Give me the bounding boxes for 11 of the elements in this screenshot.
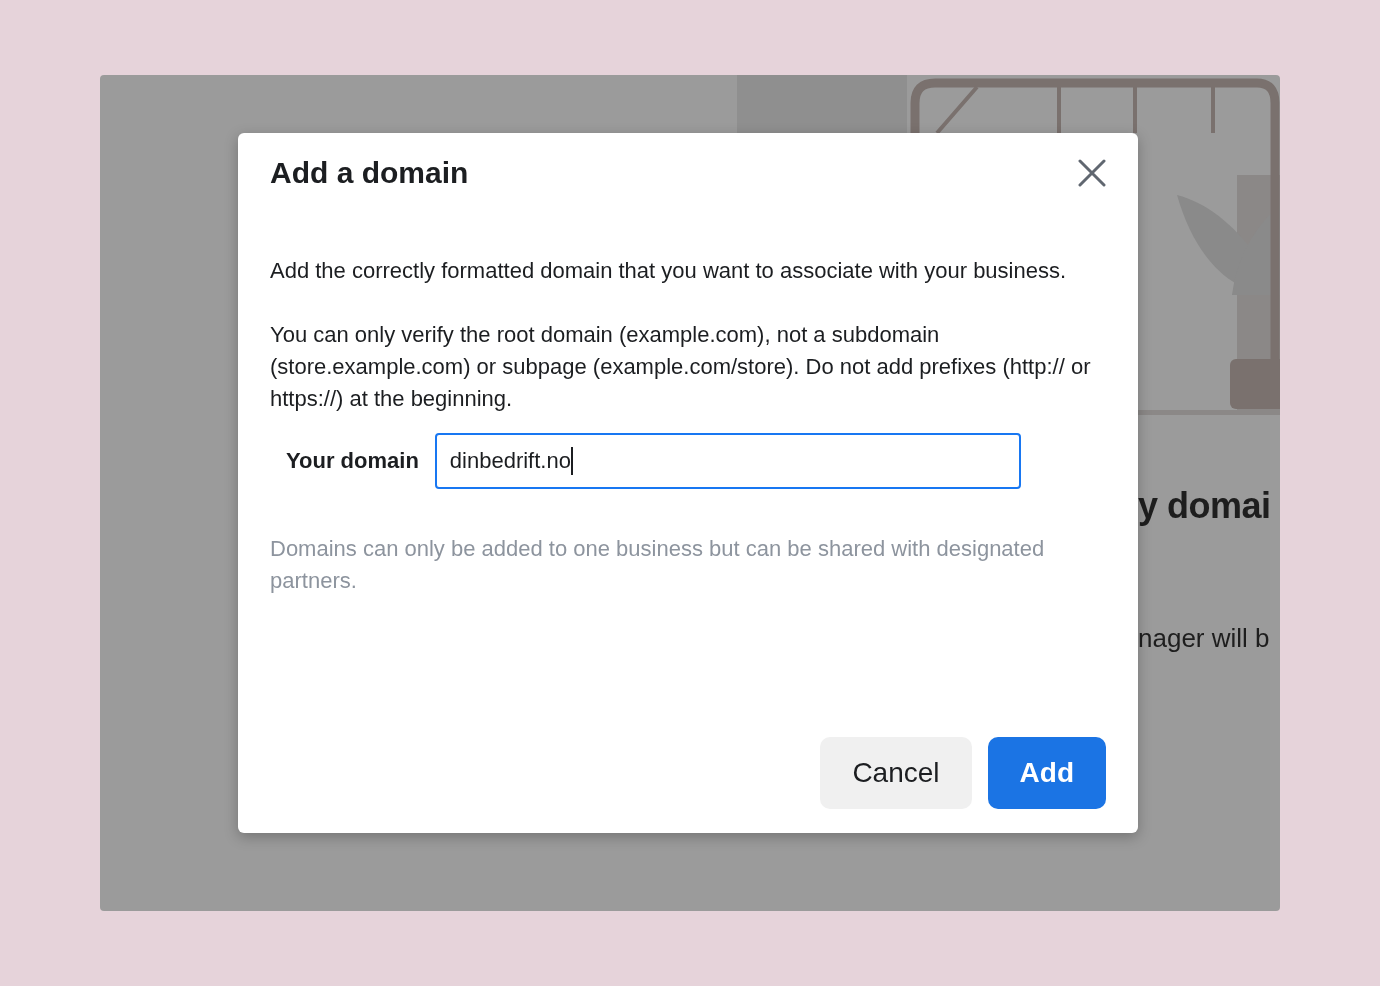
section-text: nager will b bbox=[1138, 623, 1270, 654]
add-button[interactable]: Add bbox=[987, 737, 1106, 809]
dialog-title: Add a domain bbox=[270, 156, 469, 190]
section-heading: y domai bbox=[1138, 485, 1271, 527]
close-icon bbox=[1078, 159, 1106, 187]
field-label: Your domain bbox=[286, 448, 419, 474]
hint-text: Domains can only be added to one business but can be shared with designated partners. bbox=[270, 535, 1046, 595]
cancel-button[interactable]: Cancel bbox=[820, 737, 972, 809]
domain-field[interactable]: dinbedrift.no bbox=[434, 433, 1021, 489]
description-text: You can only verify the root domain (example.com), not a subdomain (store.example.com) or subpage (example.com/store). Do not add prefixes (http:// or https://) at the beginning. bbox=[270, 321, 1092, 413]
description-text: Add the correctly formatted domain that you want to associate with your business. bbox=[270, 257, 1068, 285]
